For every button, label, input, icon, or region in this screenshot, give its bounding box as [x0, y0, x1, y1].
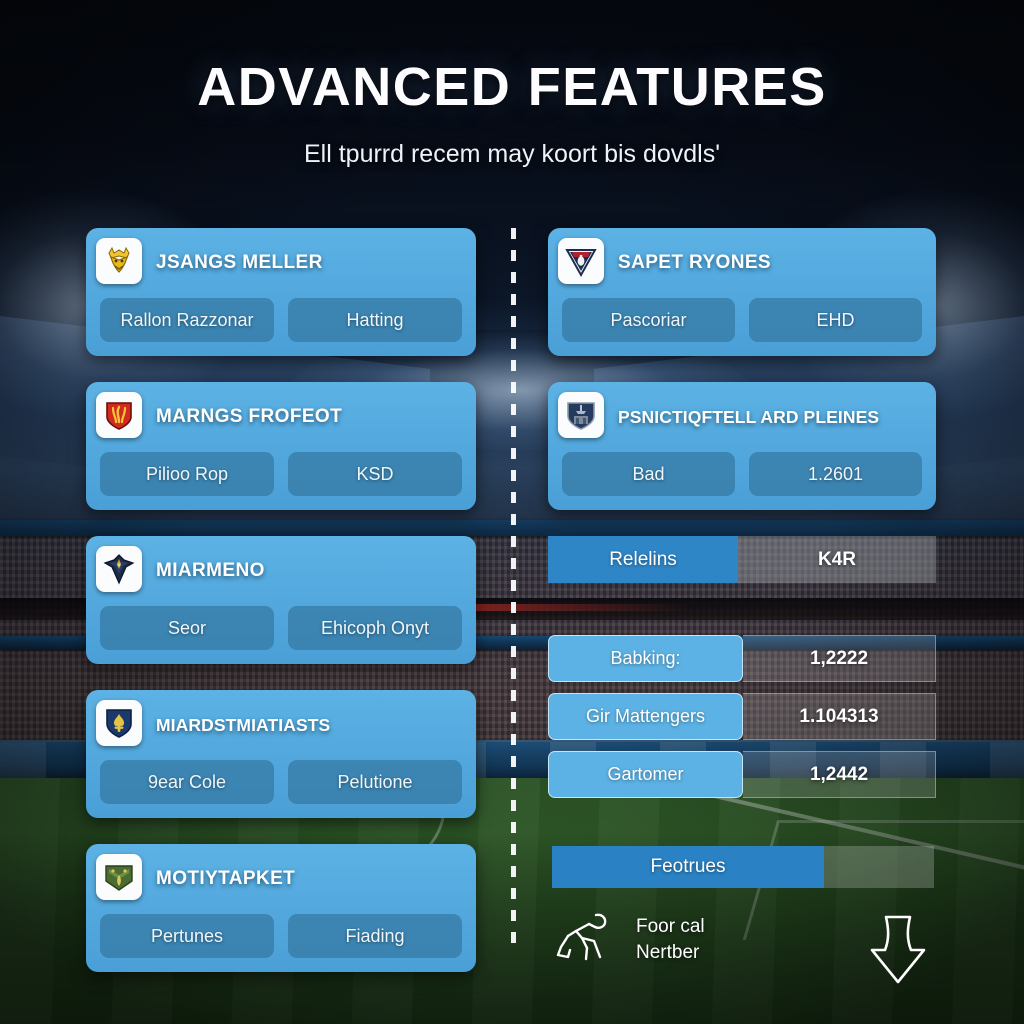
card-chip[interactable]: Pertunes	[100, 914, 274, 958]
card-chip-row: 9ear Cole Pelutione	[100, 760, 462, 804]
card-chip-row: Seor Ehicoph Onyt	[100, 606, 462, 650]
card-chip[interactable]: KSD	[288, 452, 462, 496]
vertical-dashed-divider	[511, 228, 516, 950]
castle-shield-icon	[558, 392, 604, 438]
stat-label: Relelins	[548, 536, 738, 583]
card-title: MARNGS FROFEOT	[156, 406, 343, 427]
footer-bar-track	[824, 846, 934, 888]
footer-icon-label: Foor cal Nertber	[636, 914, 705, 966]
flame-shield-icon	[96, 392, 142, 438]
stat-value: 1,2442	[743, 751, 936, 798]
card-chip[interactable]: Hatting	[288, 298, 462, 342]
stat-row[interactable]: Gir Mattengers 1.104313	[548, 693, 936, 740]
header: ADVANCED FEATURES Ell tpurrd recem may k…	[0, 56, 1024, 169]
card-chip-row: Pertunes Fiading	[100, 914, 462, 958]
footer-icon-group: Foor cal Nertber	[556, 905, 705, 974]
card-chip[interactable]: Pascoriar	[562, 298, 735, 342]
triangle-crest-icon	[558, 238, 604, 284]
footer-icon-label-line2: Nertber	[636, 941, 700, 963]
card-title: MIARMENO	[156, 560, 265, 581]
card-chip[interactable]: EHD	[749, 298, 922, 342]
down-arrow-icon	[866, 912, 930, 993]
fleur-shield-icon	[96, 700, 142, 746]
card-chip[interactable]: Seor	[100, 606, 274, 650]
card-chip[interactable]: 1.2601	[749, 452, 922, 496]
card-chip[interactable]: Fiading	[288, 914, 462, 958]
card-header: SAPET RYONES	[558, 238, 922, 286]
green-chevron-icon	[96, 854, 142, 900]
card-chip-row: Pilioo Rop KSD	[100, 452, 462, 496]
card-chip[interactable]: Pelutione	[288, 760, 462, 804]
feature-card[interactable]: MARNGS FROFEOT Pilioo Rop KSD	[86, 382, 476, 510]
feature-card[interactable]: MOTIYTAPKET Pertunes Fiading	[86, 844, 476, 972]
card-title: JSANGS MELLER	[156, 252, 323, 273]
left-column: JSANGS MELLER Rallon Razzonar Hatting MA…	[86, 228, 476, 998]
card-title: SAPET RYONES	[618, 252, 771, 273]
stat-value: 1.104313	[743, 693, 936, 740]
card-chip-row: Pascoriar EHD	[562, 298, 922, 342]
card-header: PSNICTIQFTELL ARD PLEINES	[558, 392, 922, 440]
standalone-stat-wrap: Relelins K4R	[548, 536, 936, 583]
card-chip[interactable]: Bad	[562, 452, 735, 496]
stat-table: Babking: 1,2222 Gir Mattengers 1.104313 …	[548, 635, 936, 798]
card-chip[interactable]: Rallon Razzonar	[100, 298, 274, 342]
eagle-crest-icon	[96, 546, 142, 592]
card-header: MIARMENO	[96, 546, 462, 594]
stat-row[interactable]: Gartomer 1,2442	[548, 751, 936, 798]
standalone-stat-row[interactable]: Relelins K4R	[548, 536, 936, 583]
card-chip-row: Bad 1.2601	[562, 452, 922, 496]
card-chip-row: Rallon Razzonar Hatting	[100, 298, 462, 342]
feature-card[interactable]: PSNICTIQFTELL ARD PLEINES Bad 1.2601	[548, 382, 936, 510]
page-subtitle: Ell tpurrd recem may koort bis dovdls'	[303, 140, 721, 168]
right-column: SAPET RYONES Pascoriar EHD PSNICTIQFTELL…	[548, 228, 936, 809]
card-header: MOTIYTAPKET	[96, 854, 462, 902]
card-header: MARNGS FROFEOT	[96, 392, 462, 440]
stat-label: Gir Mattengers	[548, 693, 743, 740]
card-title: MOTIYTAPKET	[156, 868, 296, 889]
feature-card[interactable]: SAPET RYONES Pascoriar EHD	[548, 228, 936, 356]
stat-label: Gartomer	[548, 751, 743, 798]
card-header: JSANGS MELLER	[96, 238, 462, 286]
footer-progress-bar[interactable]: Feotrues	[552, 846, 934, 888]
kicking-figure-icon	[556, 905, 622, 974]
footer-icon-label-line1: Foor cal	[636, 915, 705, 937]
feature-card[interactable]: MIARDSTMIATIASTS 9ear Cole Pelutione	[86, 690, 476, 818]
footer-bar-label: Feotrues	[552, 846, 824, 888]
feature-card[interactable]: JSANGS MELLER Rallon Razzonar Hatting	[86, 228, 476, 356]
card-chip[interactable]: 9ear Cole	[100, 760, 274, 804]
infographic-stage: ADVANCED FEATURES Ell tpurrd recem may k…	[0, 0, 1024, 1024]
card-chip[interactable]: Pilioo Rop	[100, 452, 274, 496]
stat-label: Babking:	[548, 635, 743, 682]
card-title: PSNICTIQFTELL ARD PLEINES	[618, 406, 880, 427]
feature-card[interactable]: MIARMENO Seor Ehicoph Onyt	[86, 536, 476, 664]
card-header: MIARDSTMIATIASTS	[96, 700, 462, 748]
page-title: ADVANCED FEATURES	[197, 57, 827, 117]
stag-crest-icon	[96, 238, 142, 284]
card-title: MIARDSTMIATIASTS	[156, 714, 331, 735]
stat-value: 1,2222	[743, 635, 936, 682]
stat-row[interactable]: Babking: 1,2222	[548, 635, 936, 682]
stat-value: K4R	[738, 536, 936, 583]
card-chip[interactable]: Ehicoph Onyt	[288, 606, 462, 650]
